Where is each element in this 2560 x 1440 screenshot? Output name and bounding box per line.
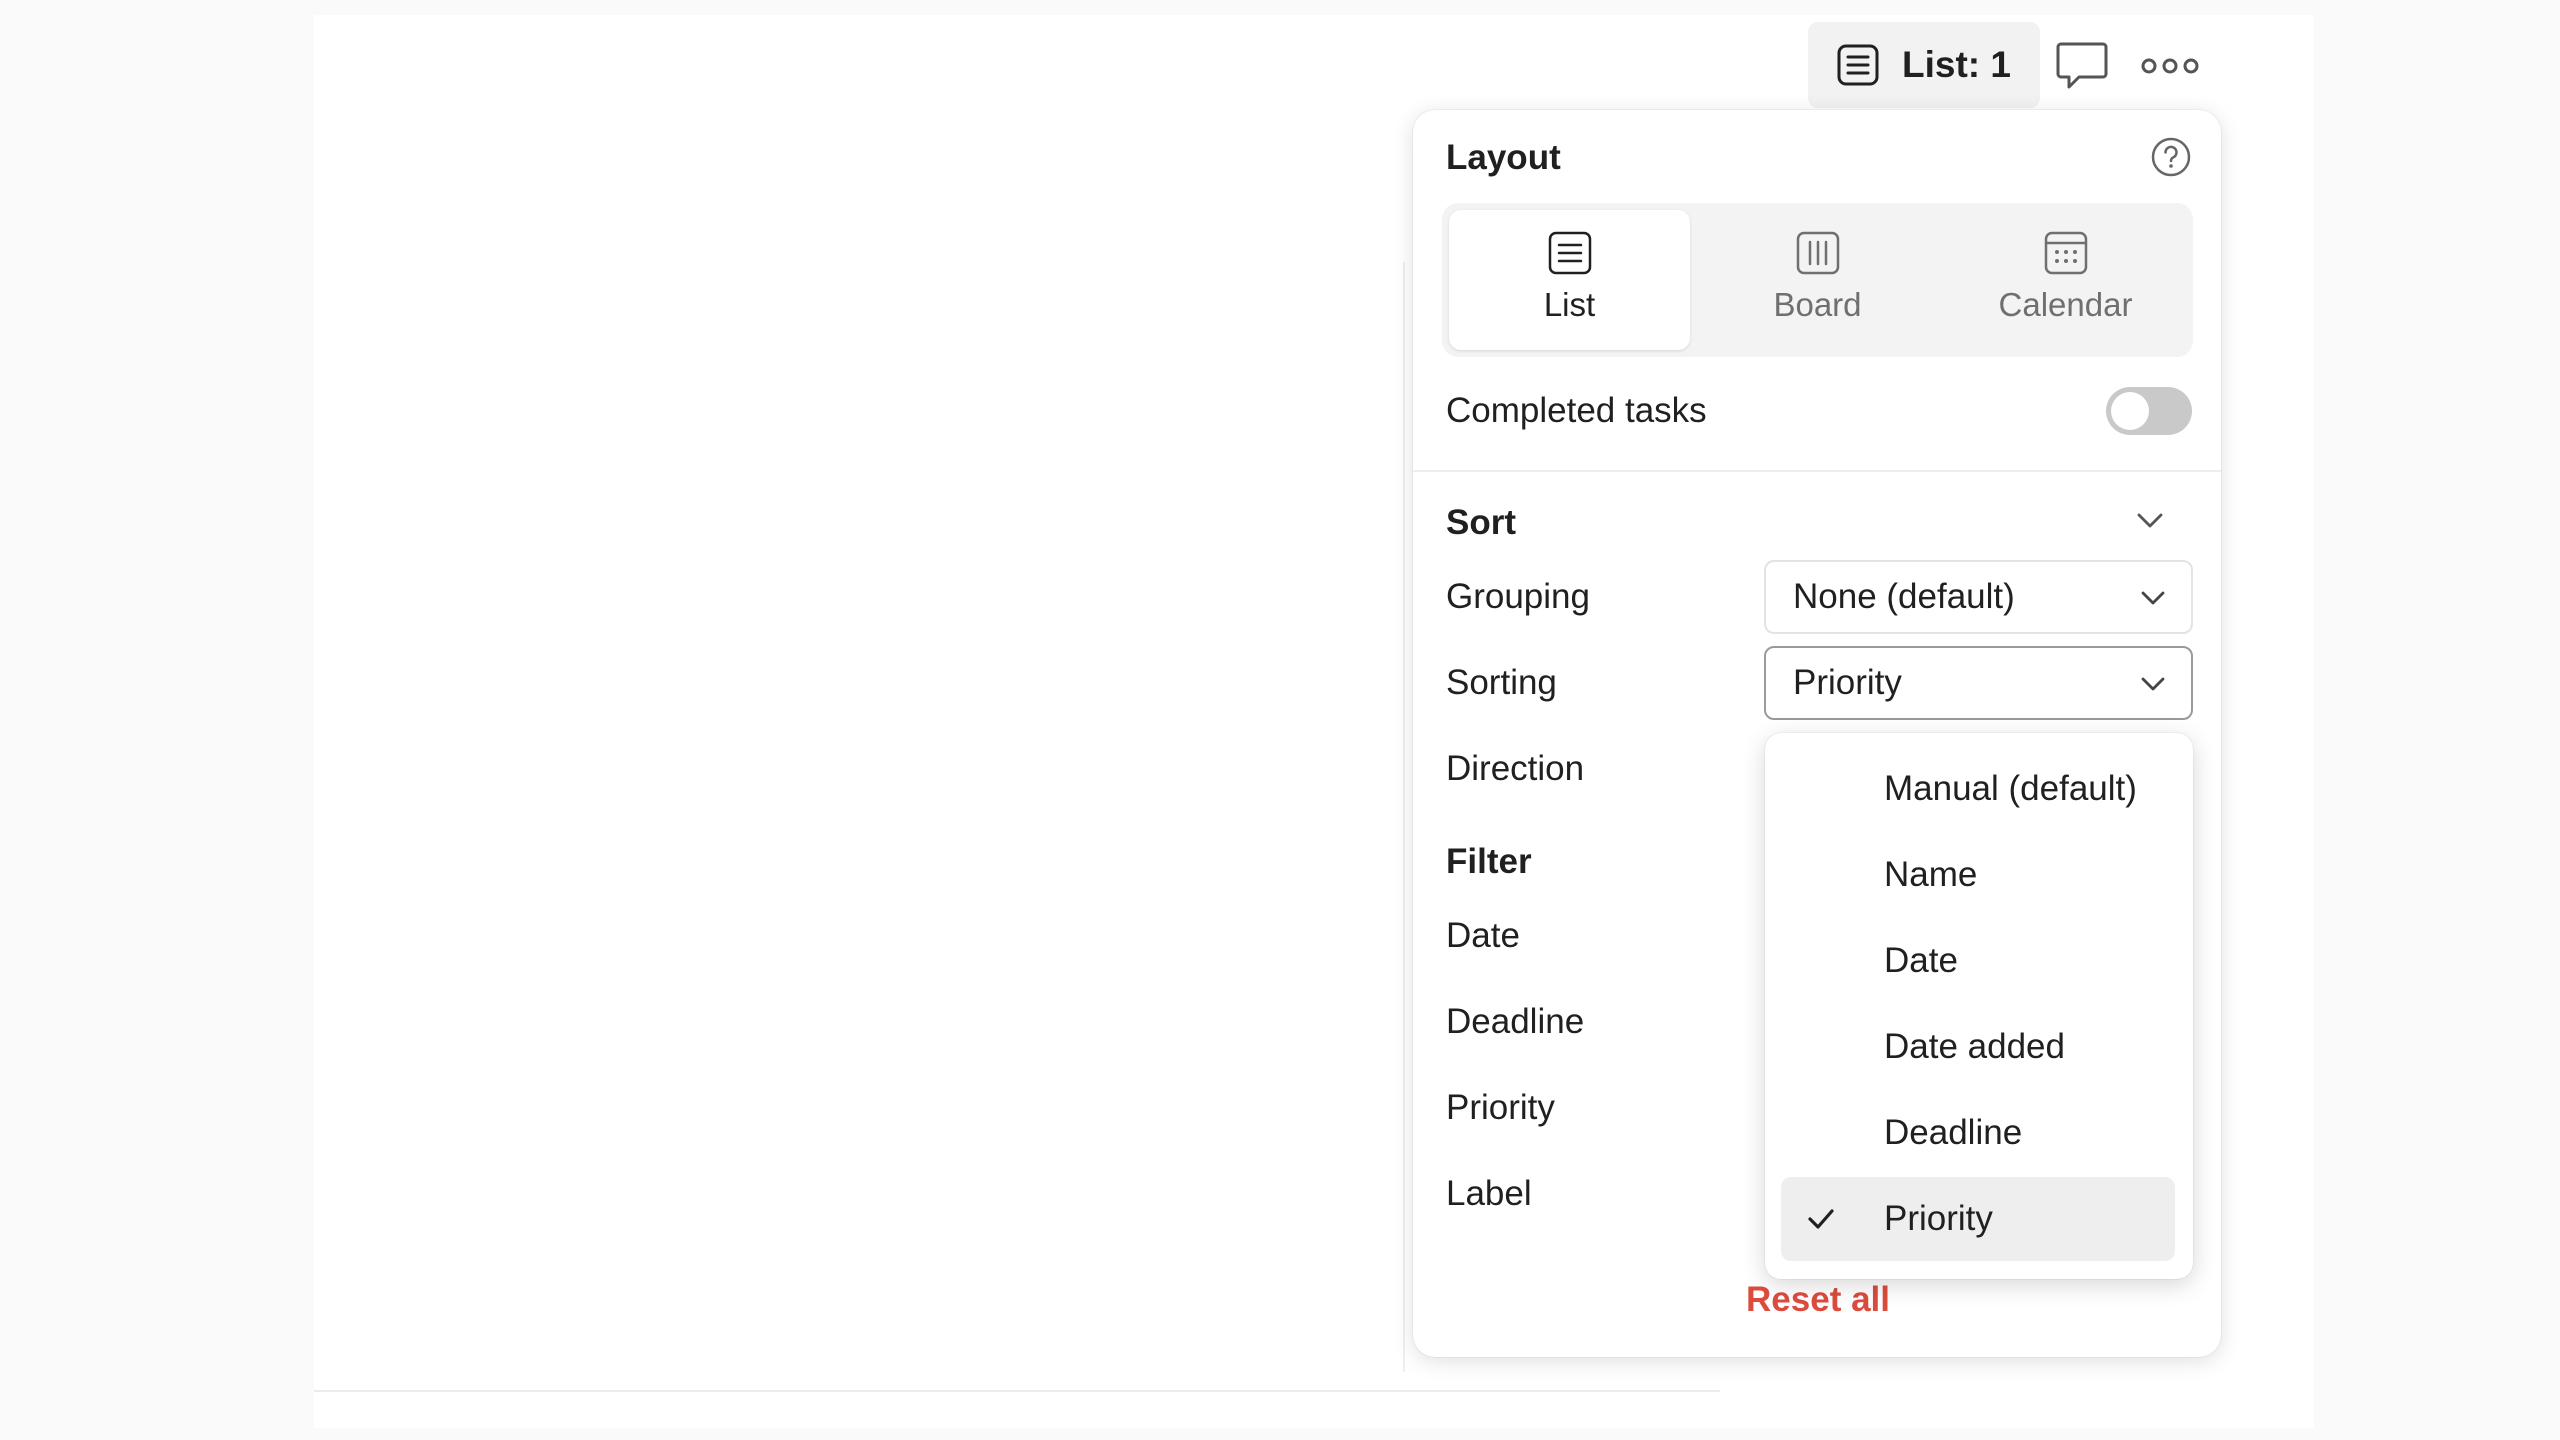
comment-icon (2056, 42, 2108, 89)
menu-item-label: Name (1884, 855, 1978, 894)
layout-switcher: List Board Calendar (1442, 203, 2193, 357)
sorting-value: Priority (1793, 663, 1902, 702)
layout-option-list[interactable]: List (1449, 210, 1690, 350)
column-divider (1403, 262, 1405, 1372)
grouping-label: Grouping (1446, 577, 1590, 616)
list-icon (1548, 231, 1591, 275)
sorting-dropdown-menu: Manual (default) Name Date Date added De… (1765, 733, 2193, 1279)
bottom-divider (314, 1390, 1720, 1392)
reset-all-button[interactable]: Reset all (1743, 1280, 1893, 1320)
view-options-button[interactable]: List: 1 (1808, 22, 2040, 108)
sorting-option-deadline[interactable]: Deadline (1781, 1091, 2175, 1175)
panel-divider (1413, 470, 2221, 472)
filter-date-label: Date (1446, 916, 1520, 955)
checkmark-icon (1808, 1209, 1834, 1229)
sorting-label: Sorting (1446, 663, 1557, 702)
menu-item-label: Manual (default) (1884, 769, 2137, 808)
comments-button[interactable] (2050, 36, 2114, 96)
direction-label: Direction (1446, 749, 1585, 788)
chevron-down-icon[interactable] (2133, 503, 2167, 537)
sorting-option-priority[interactable]: Priority (1781, 1177, 2175, 1261)
layout-option-calendar[interactable]: Calendar (1945, 210, 2186, 350)
menu-item-label: Deadline (1884, 1113, 2023, 1152)
board-icon (1796, 231, 1839, 275)
help-icon[interactable] (2150, 136, 2192, 178)
panel-title: Layout (1446, 138, 1561, 177)
filter-priority-label: Priority (1446, 1088, 1555, 1127)
sorting-option-date-added[interactable]: Date added (1781, 1005, 2175, 1089)
sort-section-title: Sort (1446, 503, 1516, 542)
sorting-option-name[interactable]: Name (1781, 833, 2175, 917)
more-actions-button[interactable] (2135, 36, 2205, 96)
layout-option-label: Board (1773, 286, 1862, 323)
sorting-select[interactable]: Priority (1764, 646, 2193, 720)
calendar-icon (2044, 231, 2087, 275)
chevron-down-icon (2141, 677, 2165, 691)
menu-item-label: Date added (1884, 1027, 2065, 1066)
grouping-select[interactable]: None (default) (1764, 560, 2193, 634)
filter-deadline-label: Deadline (1446, 1002, 1585, 1041)
filter-label-label: Label (1446, 1174, 1532, 1213)
sorting-option-manual[interactable]: Manual (default) (1781, 747, 2175, 831)
more-horizontal-icon (2141, 58, 2199, 74)
chevron-down-icon (2141, 591, 2165, 605)
completed-tasks-label: Completed tasks (1446, 391, 1707, 430)
toggle-knob (2111, 392, 2149, 430)
layout-option-label: List (1543, 286, 1596, 323)
layout-option-label: Calendar (1998, 286, 2133, 323)
layout-option-board[interactable]: Board (1697, 210, 1938, 350)
completed-tasks-toggle[interactable] (2106, 387, 2192, 435)
filter-section-title: Filter (1446, 842, 1532, 881)
sorting-option-date[interactable]: Date (1781, 919, 2175, 1003)
list-icon (1837, 44, 1879, 86)
menu-item-label: Priority (1884, 1199, 1993, 1238)
view-button-label: List: 1 (1902, 44, 2011, 85)
grouping-value: None (default) (1793, 577, 2015, 616)
menu-item-label: Date (1884, 941, 1958, 980)
